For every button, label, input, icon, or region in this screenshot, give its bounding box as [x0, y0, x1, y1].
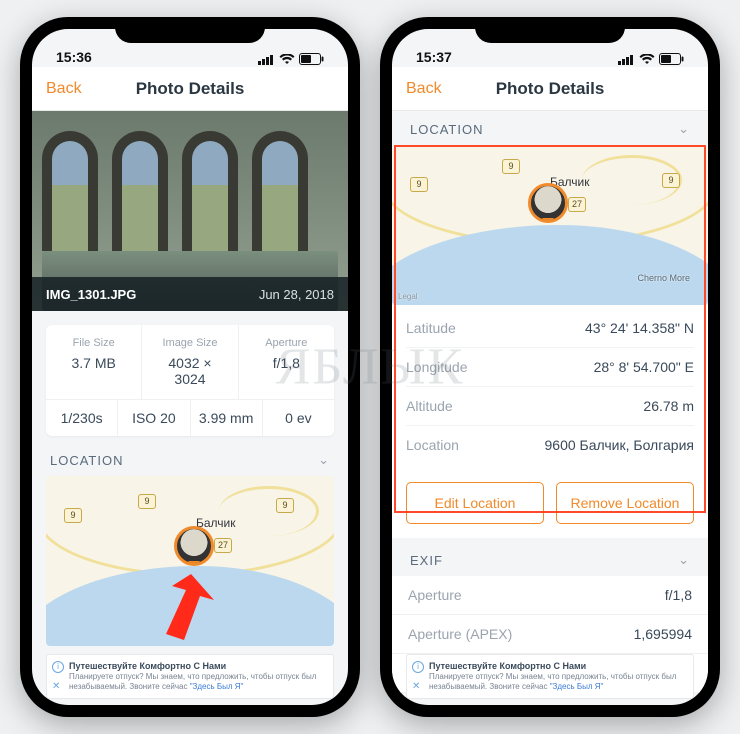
ad-title: Путешествуйте Комфортно С Нами	[429, 661, 685, 672]
stat-ev: 0 ev	[263, 400, 334, 436]
photo-date: Jun 28, 2018	[259, 287, 334, 302]
location-section-header[interactable]: LOCATION ⌄	[32, 436, 348, 476]
ad-banner[interactable]: i ✕ Путешествуйте Комфортно С Нами Плани…	[46, 654, 334, 699]
back-button[interactable]: Back	[46, 80, 82, 98]
stat-shutter: 1/230s	[46, 400, 118, 436]
map-sea-label: Cherno More	[637, 273, 690, 283]
ad-link[interactable]: "Здесь Был Я"	[550, 682, 604, 691]
notch	[475, 17, 625, 43]
back-button[interactable]: Back	[406, 80, 442, 98]
chevron-down-icon: ⌄	[678, 121, 690, 137]
ad-banner[interactable]: i ✕ Путешествуйте Комфортно С Нами Плани…	[406, 654, 694, 699]
route-badge: 9	[64, 508, 82, 523]
photo-preview[interactable]: IMG_1301.JPG Jun 28, 2018	[32, 111, 348, 311]
location-header-label: LOCATION	[410, 122, 484, 137]
row-latitude: Latitude43° 24' 14.358" N	[406, 309, 694, 348]
route-badge: 27	[568, 197, 586, 212]
stat-filesize: File Size3.7 MB	[46, 325, 142, 399]
info-icon[interactable]: i	[52, 661, 64, 673]
phone-right: 15:37 Back Photo Details LOCATION ⌄ 9 9 …	[380, 17, 720, 717]
map-legal-link[interactable]: Legal	[398, 292, 418, 301]
signal-icon	[258, 54, 275, 65]
ad-title: Путешествуйте Комфортно С Нами	[69, 661, 325, 672]
battery-icon	[659, 53, 684, 65]
row-longitude: Longitude28° 8' 54.700" E	[406, 348, 694, 387]
battery-icon	[299, 53, 324, 65]
location-details: Latitude43° 24' 14.358" N Longitude28° 8…	[392, 305, 708, 476]
info-icon[interactable]: i	[412, 661, 424, 673]
stat-focal: 3.99 mm	[191, 400, 263, 436]
wifi-icon	[279, 54, 295, 65]
stats-card: File Size3.7 MB Image Size4032 × 3024 Ap…	[46, 325, 334, 436]
page-title: Photo Details	[496, 79, 605, 99]
pointer-arrow-icon	[136, 566, 226, 646]
remove-location-button[interactable]: Remove Location	[556, 482, 694, 524]
chevron-down-icon: ⌄	[318, 452, 330, 468]
location-map[interactable]: 9 9 9 27 Балчик	[46, 476, 334, 646]
photo-filename: IMG_1301.JPG	[46, 287, 136, 302]
status-time: 15:36	[56, 49, 92, 65]
signal-icon	[618, 54, 635, 65]
phone-left: 15:36 Back Photo Details IMG_1301.JPG Ju…	[20, 17, 360, 717]
ad-link[interactable]: "Здесь Был Я"	[190, 682, 244, 691]
map-pin[interactable]	[174, 526, 214, 566]
close-icon[interactable]: ✕	[412, 682, 420, 692]
row-location: Location9600 Балчик, Болгария	[406, 426, 694, 464]
route-badge: 9	[662, 173, 680, 188]
route-badge: 9	[410, 177, 428, 192]
nav-bar: Back Photo Details	[392, 67, 708, 111]
wifi-icon	[639, 54, 655, 65]
stat-aperture: Aperturef/1,8	[239, 325, 334, 399]
exif-aperture-apex: Aperture (APEX)1,695994	[392, 615, 708, 654]
exif-section-header[interactable]: EXIF ⌄	[392, 538, 708, 576]
location-header-label: LOCATION	[50, 453, 124, 468]
close-icon[interactable]: ✕	[52, 682, 60, 692]
notch	[115, 17, 265, 43]
nav-bar: Back Photo Details	[32, 67, 348, 111]
exif-aperture: Aperturef/1,8	[392, 576, 708, 615]
stat-imagesize: Image Size4032 × 3024	[142, 325, 238, 399]
route-badge: 9	[276, 498, 294, 513]
location-section-header[interactable]: LOCATION ⌄	[392, 111, 708, 145]
edit-location-button[interactable]: Edit Location	[406, 482, 544, 524]
chevron-down-icon: ⌄	[678, 552, 690, 568]
page-title: Photo Details	[136, 79, 245, 99]
route-badge: 9	[502, 159, 520, 174]
stat-iso: ISO 20	[118, 400, 190, 436]
map-pin[interactable]	[528, 183, 568, 223]
route-badge: 27	[214, 538, 232, 553]
route-badge: 9	[138, 494, 156, 509]
location-map[interactable]: 9 9 9 27 Балчик Cherno More Legal	[392, 145, 708, 305]
status-time: 15:37	[416, 49, 452, 65]
row-altitude: Altitude26.78 m	[406, 387, 694, 426]
exif-header-label: EXIF	[410, 553, 443, 568]
